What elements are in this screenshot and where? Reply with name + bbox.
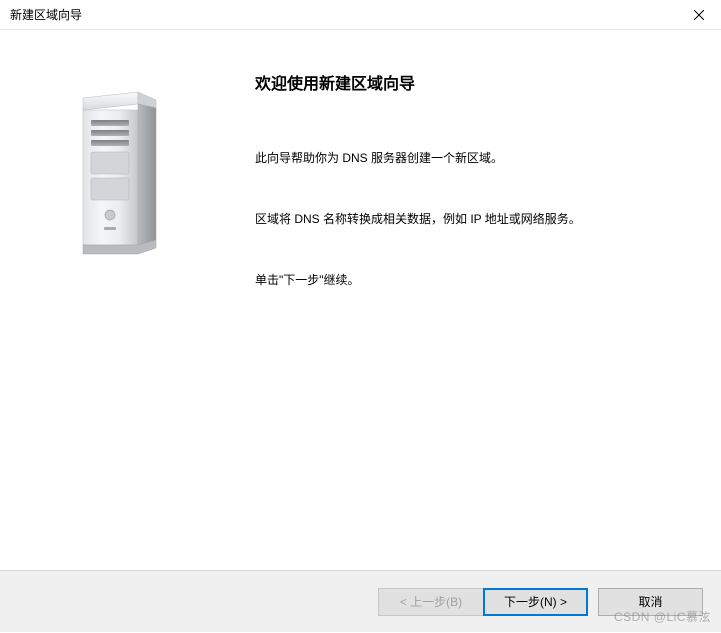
window-title: 新建区域向导 xyxy=(10,6,82,23)
cancel-button[interactable]: 取消 xyxy=(598,588,703,616)
wizard-main-panel: 欢迎使用新建区域向导 此向导帮助你为 DNS 服务器创建一个新区域。 区域将 D… xyxy=(225,30,721,570)
wizard-content: 欢迎使用新建区域向导 此向导帮助你为 DNS 服务器创建一个新区域。 区域将 D… xyxy=(0,30,721,570)
back-button: < 上一步(B) xyxy=(378,588,483,616)
close-icon xyxy=(694,10,704,20)
server-tower-icon xyxy=(58,90,168,260)
close-button[interactable] xyxy=(676,0,721,29)
wizard-heading: 欢迎使用新建区域向导 xyxy=(255,70,691,94)
wizard-paragraph-3: 单击"下一步"继续。 xyxy=(255,271,691,290)
next-button[interactable]: 下一步(N) > xyxy=(483,588,588,616)
wizard-sidebar xyxy=(0,30,225,570)
wizard-paragraph-1: 此向导帮助你为 DNS 服务器创建一个新区域。 xyxy=(255,149,691,168)
wizard-paragraph-2: 区域将 DNS 名称转换成相关数据，例如 IP 地址或网络服务。 xyxy=(255,210,691,229)
titlebar: 新建区域向导 xyxy=(0,0,721,30)
nav-button-group: < 上一步(B) 下一步(N) > xyxy=(378,588,588,616)
wizard-button-bar: < 上一步(B) 下一步(N) > 取消 xyxy=(0,570,721,632)
